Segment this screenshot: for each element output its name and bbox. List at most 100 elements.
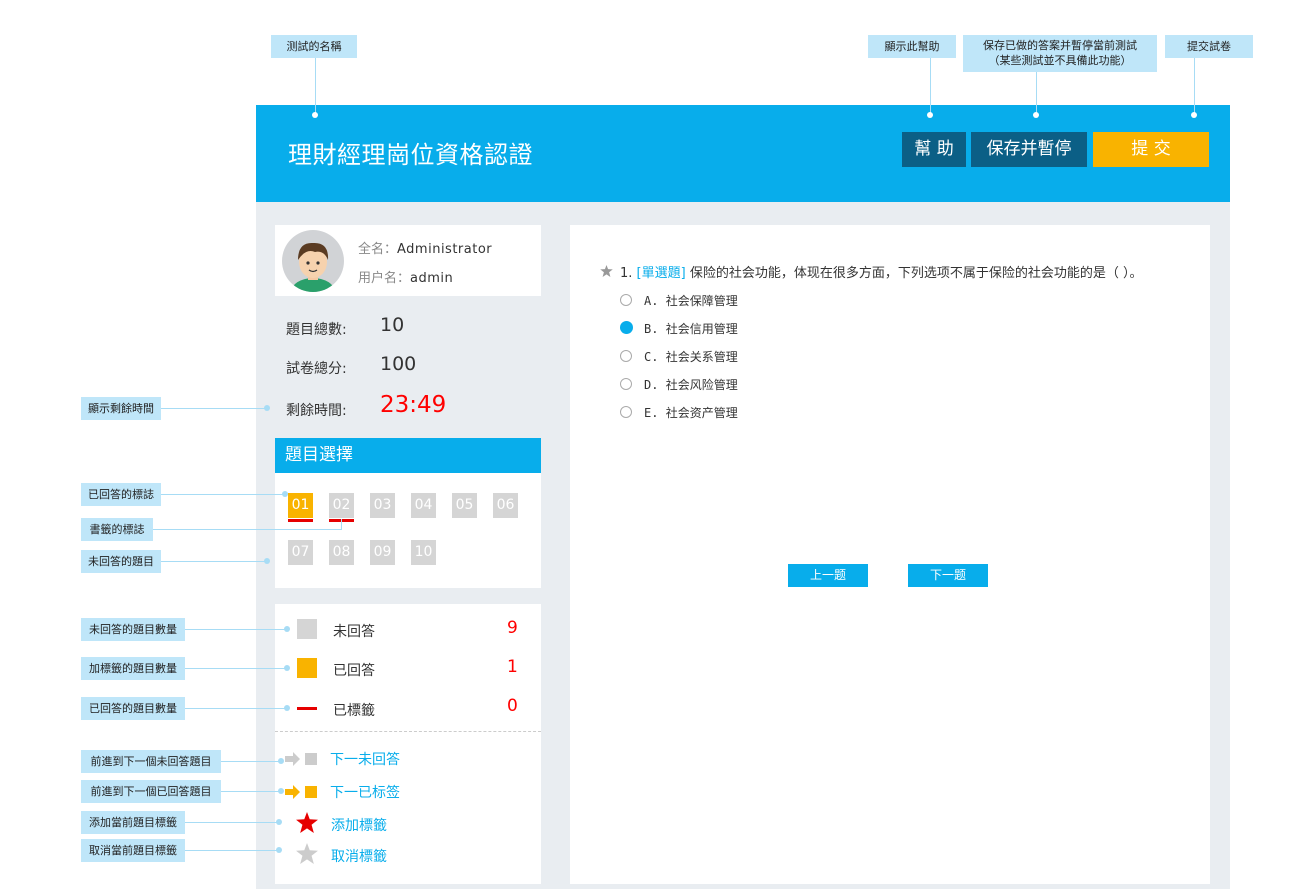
username-row: 用户名：admin: [358, 267, 453, 286]
help-button[interactable]: 幫 助: [902, 132, 966, 167]
question-number-03[interactable]: 03: [370, 493, 395, 518]
annotation-dot: [927, 112, 933, 118]
option-c-key: C.: [644, 350, 659, 364]
question-number-07[interactable]: 07: [288, 540, 313, 565]
arrow-square-grey-icon: [285, 752, 317, 766]
save-pause-button[interactable]: 保存并暫停: [971, 132, 1087, 167]
annotation-line: [315, 58, 316, 113]
annotation-dot: [276, 819, 282, 825]
option-c-radio[interactable]: [620, 350, 632, 362]
annotation-line: [185, 708, 285, 709]
option-e[interactable]: E. 社会资产管理: [620, 404, 820, 420]
question-number-04[interactable]: 04: [411, 493, 436, 518]
unanswered-count: 9: [507, 618, 518, 638]
total-value: 10: [380, 314, 405, 336]
cancel-bookmark-label: 取消標籤: [331, 849, 387, 865]
option-b-text: 社会信用管理: [665, 322, 738, 336]
annotation-dot: [1033, 112, 1039, 118]
annotation-save-pause-line1: 保存已做的答案并暫停當前測試: [983, 39, 1137, 52]
annotation-show-help: 顯示此幫助: [868, 35, 956, 58]
annotation-line: [1194, 58, 1195, 113]
annotation-goto-next-answered: 前進到下一個已回答題目: [81, 780, 221, 803]
option-e-key: E.: [644, 406, 659, 420]
username-value: admin: [410, 271, 454, 286]
submit-button[interactable]: 提 交: [1093, 132, 1209, 167]
question-number-08[interactable]: 08: [329, 540, 354, 565]
option-a-radio[interactable]: [620, 294, 632, 306]
annotation-add-bookmark: 添加當前題目標籤: [81, 811, 185, 834]
next-unanswered-link[interactable]: 下一未回答: [285, 749, 405, 769]
timer-value: 23:49: [380, 392, 447, 418]
annotation-line: [161, 561, 267, 562]
question-type: [單選題]: [636, 266, 686, 281]
annotation-dot: [284, 626, 290, 632]
annotation-dot: [282, 491, 288, 497]
option-a[interactable]: A. 社会保障管理: [620, 292, 820, 308]
annotation-dot: [284, 665, 290, 671]
question-number-10[interactable]: 10: [411, 540, 436, 565]
next-bookmarked-link[interactable]: 下一已标签: [285, 782, 405, 802]
next-question-button[interactable]: 下一题: [908, 564, 988, 587]
bookmark-star-icon[interactable]: [600, 265, 613, 277]
legend-divider: [275, 731, 541, 732]
next-bookmarked-label: 下一已标签: [330, 785, 400, 801]
annotation-dot: [264, 405, 270, 411]
question-number-05[interactable]: 05: [452, 493, 477, 518]
fullname-row: 全名：Administrator: [358, 238, 492, 257]
option-c-text: 社会关系管理: [665, 350, 738, 364]
question-text-row: 1. [單選題] 保险的社会功能，体现在很多方面，下列选项不属于保险的社会功能的…: [620, 262, 1142, 281]
add-bookmark-link[interactable]: 添加標籤: [296, 812, 396, 834]
annotation-line: [185, 668, 285, 669]
question-number-06[interactable]: 06: [493, 493, 518, 518]
option-d-radio[interactable]: [620, 378, 632, 390]
option-e-radio[interactable]: [620, 406, 632, 418]
prev-question-button[interactable]: 上一题: [788, 564, 868, 587]
annotation-answered-count: 已回答的題目數量: [81, 697, 185, 720]
annotation-line: [185, 850, 279, 851]
annotation-line: [341, 519, 342, 530]
cancel-bookmark-link[interactable]: 取消標籤: [296, 843, 396, 865]
time-label: 剩餘時間:: [286, 403, 347, 419]
annotation-line: [930, 58, 931, 113]
annotation-dot: [278, 788, 284, 794]
annotation-answered-mark: 已回答的標誌: [81, 483, 161, 506]
fullname-value: Administrator: [397, 242, 493, 257]
question-number: 1.: [620, 266, 633, 281]
test-title: 理財經理崗位資格認證: [288, 141, 533, 169]
question-number-09[interactable]: 09: [370, 540, 395, 565]
option-d-text: 社会风险管理: [665, 378, 738, 392]
question-number-02[interactable]: 02: [329, 493, 354, 518]
add-bookmark-label: 添加標籤: [331, 818, 387, 834]
annotation-line: [185, 822, 279, 823]
option-c[interactable]: C. 社会关系管理: [620, 348, 820, 364]
unanswered-label: 未回答: [333, 624, 375, 640]
annotation-line: [1036, 72, 1037, 113]
question-number-01[interactable]: 01: [288, 493, 313, 518]
next-unanswered-label: 下一未回答: [330, 752, 400, 768]
avatar: [282, 230, 344, 292]
annotation-unanswered-count: 未回答的題目數量: [81, 618, 185, 641]
username-label: 用户名：: [358, 271, 411, 286]
option-d[interactable]: D. 社会风险管理: [620, 376, 820, 392]
annotation-line: [153, 529, 341, 530]
option-d-key: D.: [644, 378, 659, 392]
annotation-dot: [276, 847, 282, 853]
option-b-radio[interactable]: [620, 321, 633, 334]
option-a-text: 社会保障管理: [665, 294, 738, 308]
avatar-icon: [291, 242, 335, 292]
bookmark-underline-01: [288, 519, 313, 522]
option-e-text: 社会资产管理: [665, 406, 738, 420]
fullname-label: 全名：: [358, 242, 398, 257]
option-b[interactable]: B. 社会信用管理: [620, 320, 820, 336]
star-grey-icon: [296, 843, 318, 864]
annotation-dot: [1191, 112, 1197, 118]
option-a-key: A.: [644, 294, 659, 308]
question-text: 保险的社会功能，体现在很多方面，下列选项不属于保险的社会功能的是（ ）。: [689, 266, 1143, 281]
annotation-save-pause: 保存已做的答案并暫停當前測試 （某些測試並不具備此功能）: [963, 35, 1157, 72]
answered-count: 1: [507, 657, 518, 677]
score-value: 100: [380, 353, 417, 375]
legend-panel: [275, 604, 541, 884]
annotation-bookmark-mark: 書籤的標誌: [81, 518, 153, 541]
annotation-line: [221, 761, 281, 762]
annotation-line: [221, 791, 281, 792]
